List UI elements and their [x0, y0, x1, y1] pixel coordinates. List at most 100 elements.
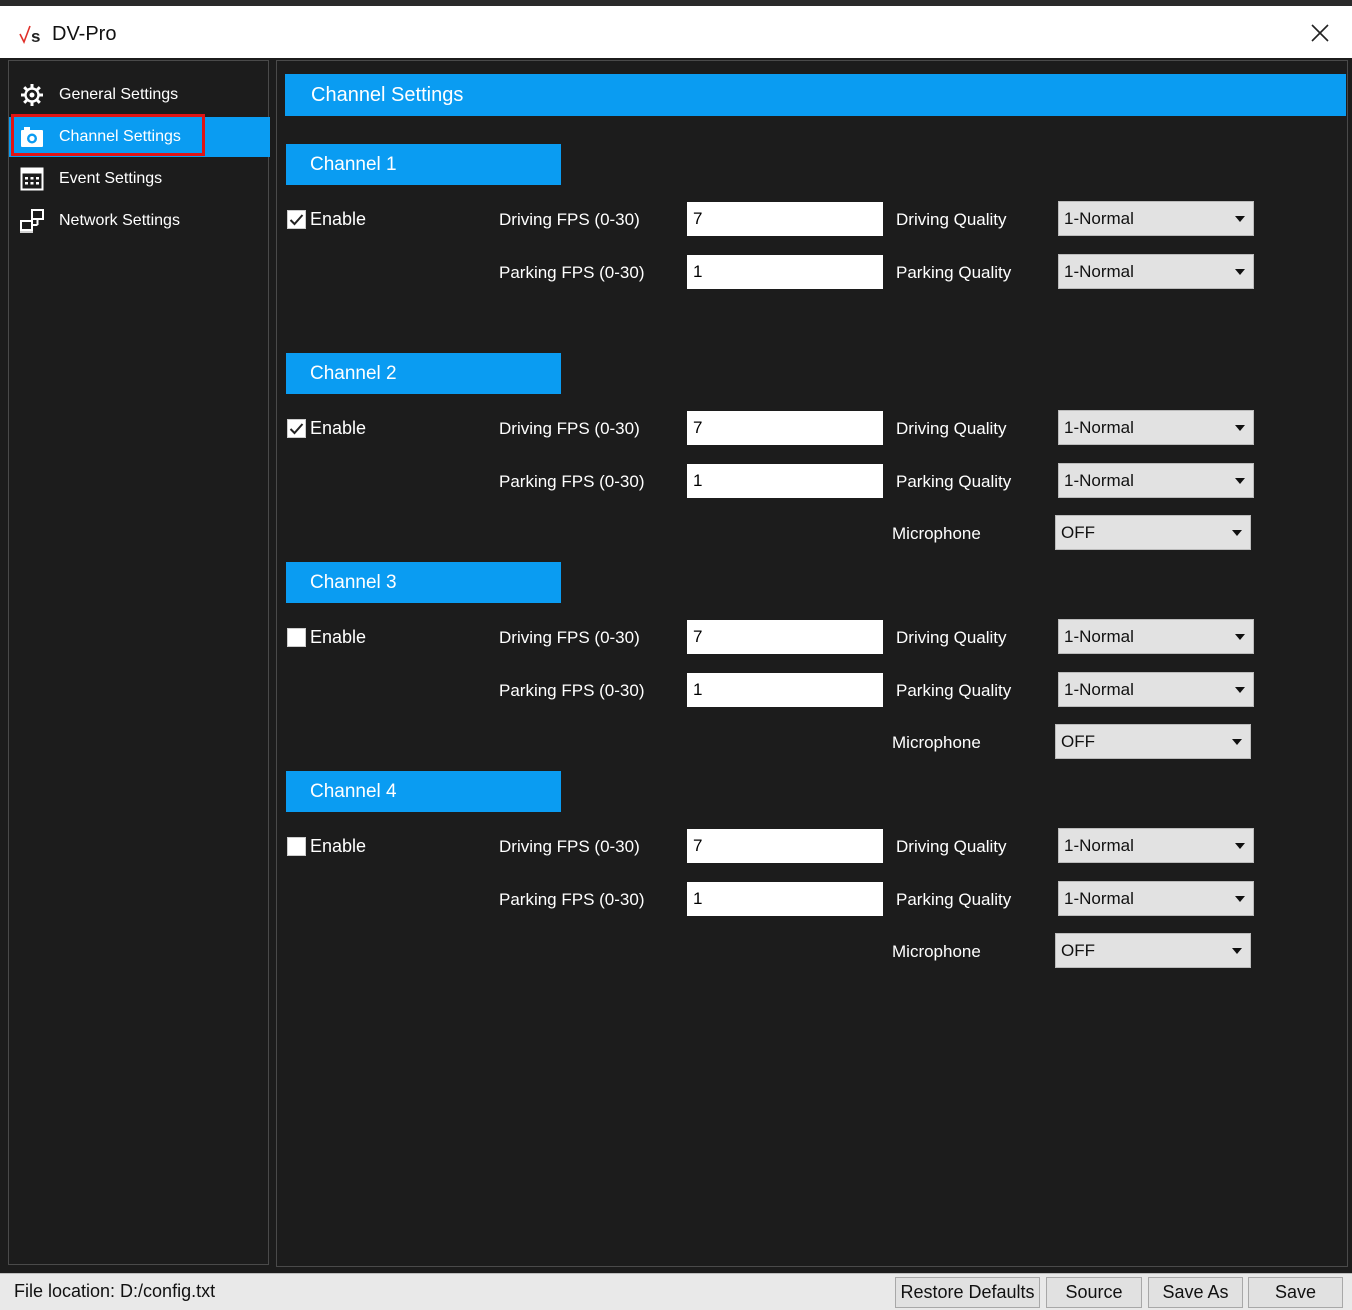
enable-label: Enable [310, 626, 367, 647]
select-value: OFF [1061, 940, 1095, 960]
source-button[interactable]: Source [1046, 1277, 1142, 1308]
channel-3-header: Channel 3 [286, 562, 561, 603]
chevron-down-icon [1231, 215, 1249, 222]
channel-1-driving-fps-input[interactable] [687, 202, 883, 236]
sidebar-item-general-settings[interactable]: General Settings [9, 75, 270, 115]
checkmark-icon [289, 422, 304, 434]
enable-label: Enable [310, 417, 367, 438]
chevron-down-icon [1231, 424, 1249, 431]
sidebar-item-label: Network Settings [59, 212, 180, 229]
sidebar-item-label: General Settings [59, 86, 179, 103]
channel-4-driving-fps-input[interactable] [687, 829, 883, 863]
restore-defaults-button[interactable]: Restore Defaults [895, 1277, 1040, 1308]
select-value: OFF [1061, 731, 1095, 751]
microphone-label: Microphone [892, 524, 981, 543]
title-bar [0, 6, 1352, 58]
channel-4-parking-fps-input[interactable] [687, 882, 883, 916]
parking-quality-label: Parking Quality [896, 890, 1012, 909]
save-as-button[interactable]: Save As [1148, 1277, 1243, 1308]
parking-fps-label: Parking FPS (0-30) [499, 681, 645, 700]
checkmark-icon [289, 213, 304, 225]
select-value: 1-Normal [1064, 261, 1134, 281]
camera-icon [19, 124, 45, 150]
checkbox-box [287, 209, 306, 229]
channel-4-microphone-select[interactable]: OFF [1055, 933, 1251, 968]
channel-4-parking-quality-select[interactable]: 1-Normal [1058, 881, 1254, 916]
channel-1-enable-checkbox[interactable]: Enable [287, 208, 366, 230]
select-value: 1-Normal [1064, 835, 1134, 855]
driving-quality-label: Driving Quality [896, 419, 1007, 438]
channel-4-driving-quality-select[interactable]: 1-Normal [1058, 828, 1254, 863]
chevron-down-icon [1231, 686, 1249, 693]
parking-fps-label: Parking FPS (0-30) [499, 472, 645, 491]
driving-quality-label: Driving Quality [896, 837, 1007, 856]
microphone-label: Microphone [892, 733, 981, 752]
channel-3-parking-fps-input[interactable] [687, 673, 883, 707]
parking-quality-label: Parking Quality [896, 263, 1012, 282]
gear-icon [19, 82, 45, 108]
sidebar-item-event-settings[interactable]: Event Settings [9, 159, 270, 199]
microphone-label: Microphone [892, 942, 981, 961]
parking-fps-label: Parking FPS (0-30) [499, 890, 645, 909]
checkbox-box [287, 627, 306, 647]
checkbox-box [287, 418, 306, 438]
channel-2-driving-fps-input[interactable] [687, 411, 883, 445]
channel-2-enable-checkbox[interactable]: Enable [287, 417, 366, 439]
driving-fps-label: Driving FPS (0-30) [499, 210, 640, 229]
driving-fps-label: Driving FPS (0-30) [499, 628, 640, 647]
channel-1-parking-fps-input[interactable] [687, 255, 883, 289]
select-value: 1-Normal [1064, 417, 1134, 437]
driving-quality-label: Driving Quality [896, 210, 1007, 229]
chevron-down-icon [1228, 947, 1246, 954]
sidebar-item-channel-settings[interactable]: Channel Settings [9, 117, 270, 157]
app-logo-icon: s [18, 20, 48, 48]
svg-text:s: s [31, 27, 40, 46]
channel-2-parking-fps-input[interactable] [687, 464, 883, 498]
sidebar-item-network-settings[interactable]: Network Settings [9, 201, 270, 241]
driving-quality-label: Driving Quality [896, 628, 1007, 647]
network-icon [19, 208, 45, 234]
select-value: 1-Normal [1064, 626, 1134, 646]
channel-2-microphone-select[interactable]: OFF [1055, 515, 1251, 550]
driving-fps-label: Driving FPS (0-30) [499, 837, 640, 856]
channel-3-driving-fps-input[interactable] [687, 620, 883, 654]
chevron-down-icon [1231, 477, 1249, 484]
select-value: 1-Normal [1064, 679, 1134, 699]
select-value: 1-Normal [1064, 470, 1134, 490]
driving-fps-label: Driving FPS (0-30) [499, 419, 640, 438]
channel-3-driving-quality-select[interactable]: 1-Normal [1058, 619, 1254, 654]
chevron-down-icon [1231, 633, 1249, 640]
close-icon [1311, 24, 1329, 42]
enable-label: Enable [310, 208, 367, 229]
channel-4-header: Channel 4 [286, 771, 561, 812]
channel-4-enable-checkbox[interactable]: Enable [287, 835, 366, 857]
sidebar-item-label: Channel Settings [59, 128, 181, 145]
parking-fps-label: Parking FPS (0-30) [499, 263, 645, 282]
save-button[interactable]: Save [1248, 1277, 1343, 1308]
sidebar: General Settings Channel Settings Event … [8, 60, 270, 1265]
channel-3-microphone-select[interactable]: OFF [1055, 724, 1251, 759]
select-value: 1-Normal [1064, 888, 1134, 908]
channel-2-driving-quality-select[interactable]: 1-Normal [1058, 410, 1254, 445]
chevron-down-icon [1231, 842, 1249, 849]
channel-2-header: Channel 2 [286, 353, 561, 394]
channel-1-parking-quality-select[interactable]: 1-Normal [1058, 254, 1254, 289]
chevron-down-icon [1231, 895, 1249, 902]
window-title: DV-Pro [52, 23, 117, 45]
main-panel [276, 60, 1348, 1267]
channel-3-enable-checkbox[interactable]: Enable [287, 626, 366, 648]
chevron-down-icon [1228, 738, 1246, 745]
enable-label: Enable [310, 835, 367, 856]
calendar-icon [19, 166, 45, 192]
checkbox-box [287, 836, 306, 856]
parking-quality-label: Parking Quality [896, 472, 1012, 491]
close-button[interactable] [1300, 16, 1340, 50]
sidebar-item-label: Event Settings [59, 170, 163, 187]
select-value: OFF [1061, 522, 1095, 542]
parking-quality-label: Parking Quality [896, 681, 1012, 700]
file-location-text: File location: D:/config.txt [14, 1281, 216, 1301]
channel-2-parking-quality-select[interactable]: 1-Normal [1058, 463, 1254, 498]
chevron-down-icon [1228, 529, 1246, 536]
channel-3-parking-quality-select[interactable]: 1-Normal [1058, 672, 1254, 707]
channel-1-driving-quality-select[interactable]: 1-Normal [1058, 201, 1254, 236]
